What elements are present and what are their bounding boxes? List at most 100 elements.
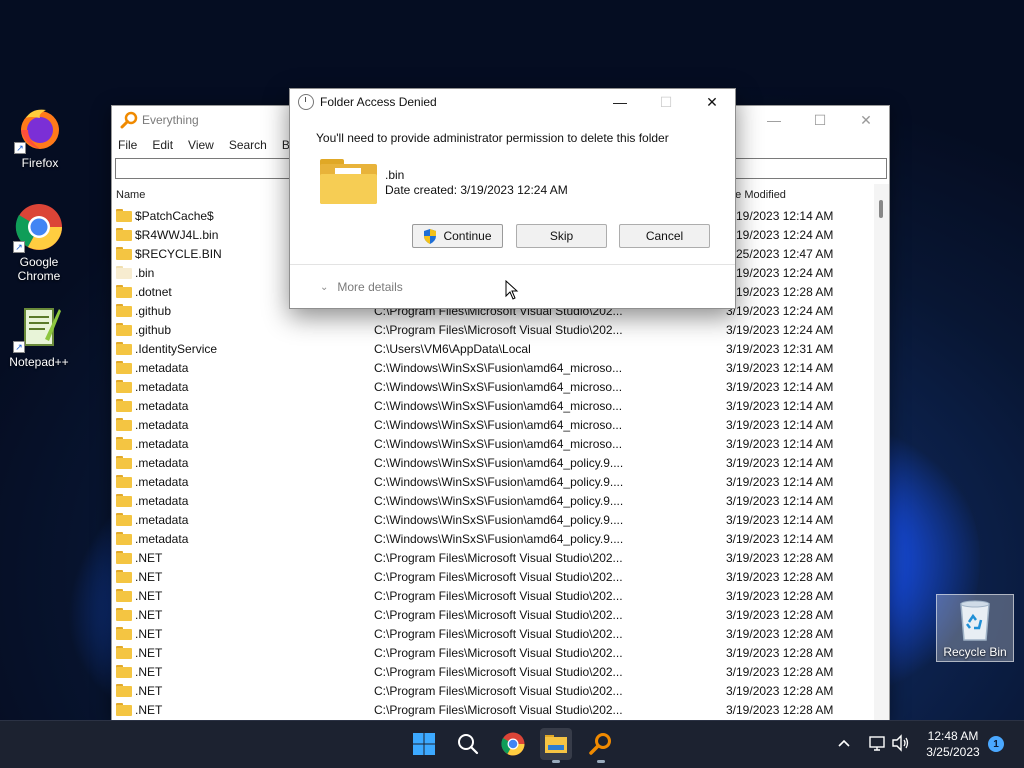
row-name-cell: .metadata [112,456,374,470]
folder-icon [116,475,132,488]
folder-icon [116,209,132,222]
start-button[interactable] [408,728,440,760]
notification-badge[interactable]: 1 [988,736,1004,752]
uac-shield-icon [424,228,437,244]
desktop-icon-notepadpp[interactable]: ↗ Notepad++ [1,303,77,369]
column-date-header[interactable]: ate Modified [726,189,874,201]
row-date-modified: 3/19/2023 12:14 AM [726,398,834,413]
row-path: C:\Windows\WinSxS\Fusion\amd64_microso..… [374,379,623,394]
window-title: Everything [142,113,199,127]
row-date-modified: 3/19/2023 12:14 AM [726,379,834,394]
row-date-modified: 3/19/2023 12:28 AM [726,607,834,622]
cancel-button[interactable]: Cancel [619,224,710,248]
table-row[interactable]: .metadata C:\Windows\WinSxS\Fusion\amd64_… [112,491,874,510]
shortcut-arrow-icon: ↗ [13,341,25,353]
clock-time[interactable]: 12:48 AM [916,729,990,743]
table-row[interactable]: .IdentityService C:\Users\VM6\AppData\Loc… [112,339,874,358]
chevron-down-icon: ⌄ [320,281,329,293]
dialog-title: Folder Access Denied [320,95,437,109]
row-date-modified: 3/19/2023 12:28 AM [726,645,834,660]
table-row[interactable]: .NET C:\Program Files\Microsoft Visual St… [112,643,874,662]
more-details-toggle[interactable]: ⌄ More details [320,280,403,294]
vertical-scrollbar[interactable] [874,184,889,720]
desktop-icon-recycle-bin[interactable]: Recycle Bin [936,594,1014,662]
row-date-modified: 3/19/2023 12:28 AM [726,588,834,603]
row-date-modified: 3/19/2023 12:24 AM [726,265,834,280]
table-row[interactable]: .NET C:\Program Files\Microsoft Visual St… [112,567,874,586]
folder-icon [116,228,132,241]
skip-button[interactable]: Skip [516,224,607,248]
table-row[interactable]: .metadata C:\Windows\WinSxS\Fusion\amd64_… [112,415,874,434]
row-path: C:\Program Files\Microsoft Visual Studio… [374,626,623,641]
close-button[interactable]: ✕ [843,106,889,134]
firefox-icon: ↗ [14,104,64,154]
chrome-icon: ↗ [13,203,63,253]
table-row[interactable]: .NET C:\Program Files\Microsoft Visual St… [112,548,874,567]
table-row[interactable]: .metadata C:\Windows\WinSxS\Fusion\amd64_… [112,358,874,377]
row-name-cell: .metadata [112,380,374,394]
everything-app-icon [589,733,611,755]
row-date-modified: 3/19/2023 12:24 AM [726,303,834,318]
table-row[interactable]: .NET C:\Program Files\Microsoft Visual St… [112,586,874,605]
clock-icon [298,94,314,110]
row-name-cell: .NET [112,551,374,565]
taskbar-search-button[interactable] [452,728,484,760]
row-path: C:\Program Files\Microsoft Visual Studio… [374,569,623,584]
dialog-message: You'll need to provide administrator per… [316,131,669,145]
row-name-cell: .metadata [112,437,374,451]
table-row[interactable]: .NET C:\Program Files\Microsoft Visual St… [112,681,874,700]
row-name: .metadata [135,474,189,489]
dialog-close-button[interactable]: ✕ [689,89,735,115]
folder-icon [116,589,132,602]
table-row[interactable]: .metadata C:\Windows\WinSxS\Fusion\amd64_… [112,377,874,396]
row-name: .metadata [135,436,189,451]
scrollbar-thumb[interactable] [879,200,883,218]
folder-access-denied-dialog: Folder Access Denied — ☐ ✕ You'll need t… [289,88,736,309]
folder-icon [116,437,132,450]
notepadpp-icon: ↗ [13,303,63,353]
network-status[interactable] [868,734,886,755]
folder-icon [116,703,132,716]
continue-button[interactable]: Continue [412,224,503,248]
row-path: C:\Windows\WinSxS\Fusion\amd64_microso..… [374,417,623,432]
table-row[interactable]: .github C:\Program Files\Microsoft Visual… [112,320,874,339]
folder-icon [116,646,132,659]
minimize-button[interactable]: — [751,106,797,134]
taskbar-everything[interactable] [585,728,617,763]
menu-search[interactable]: Search [229,138,267,152]
row-name-cell: .NET [112,646,374,660]
maximize-button[interactable]: ☐ [797,106,843,134]
folder-icon [116,684,132,697]
row-path: C:\Windows\WinSxS\Fusion\amd64_policy.9.… [374,455,624,470]
table-row[interactable]: .NET C:\Program Files\Microsoft Visual St… [112,700,874,719]
table-row[interactable]: .metadata C:\Windows\WinSxS\Fusion\amd64_… [112,434,874,453]
row-name: .NET [135,569,163,584]
row-path: C:\Program Files\Microsoft Visual Studio… [374,322,623,337]
volume-control[interactable] [891,734,911,755]
dialog-minimize-button[interactable]: — [597,89,643,115]
desktop-icon-chrome[interactable]: ↗ Google Chrome [1,203,77,283]
row-date-modified: 3/19/2023 12:14 AM [726,360,834,375]
row-date-modified: 3/19/2023 12:14 AM [726,474,834,489]
menu-file[interactable]: File [118,138,137,152]
menu-edit[interactable]: Edit [152,138,173,152]
recycle-bin-icon [960,600,990,641]
table-row[interactable]: .metadata C:\Windows\WinSxS\Fusion\amd64_… [112,453,874,472]
taskbar-chrome[interactable] [497,728,529,760]
menu-view[interactable]: View [188,138,214,152]
folder-icon [116,304,132,317]
taskbar-file-explorer[interactable] [540,728,572,763]
folder-icon [116,570,132,583]
table-row[interactable]: .NET C:\Program Files\Microsoft Visual St… [112,605,874,624]
table-row[interactable]: .metadata C:\Windows\WinSxS\Fusion\amd64_… [112,529,874,548]
running-indicator [597,760,605,763]
table-row[interactable]: .NET C:\Program Files\Microsoft Visual St… [112,624,874,643]
table-row[interactable]: .metadata C:\Windows\WinSxS\Fusion\amd64_… [112,396,874,415]
table-row[interactable]: .NET C:\Program Files\Microsoft Visual St… [112,662,874,681]
table-row[interactable]: .metadata C:\Windows\WinSxS\Fusion\amd64_… [112,510,874,529]
clock-date[interactable]: 3/25/2023 [916,745,990,759]
table-row[interactable]: .metadata C:\Windows\WinSxS\Fusion\amd64_… [112,472,874,491]
desktop-icon-firefox[interactable]: ↗ Firefox [2,104,78,170]
show-hidden-icons-button[interactable] [836,735,852,754]
row-name-cell: .NET [112,608,374,622]
